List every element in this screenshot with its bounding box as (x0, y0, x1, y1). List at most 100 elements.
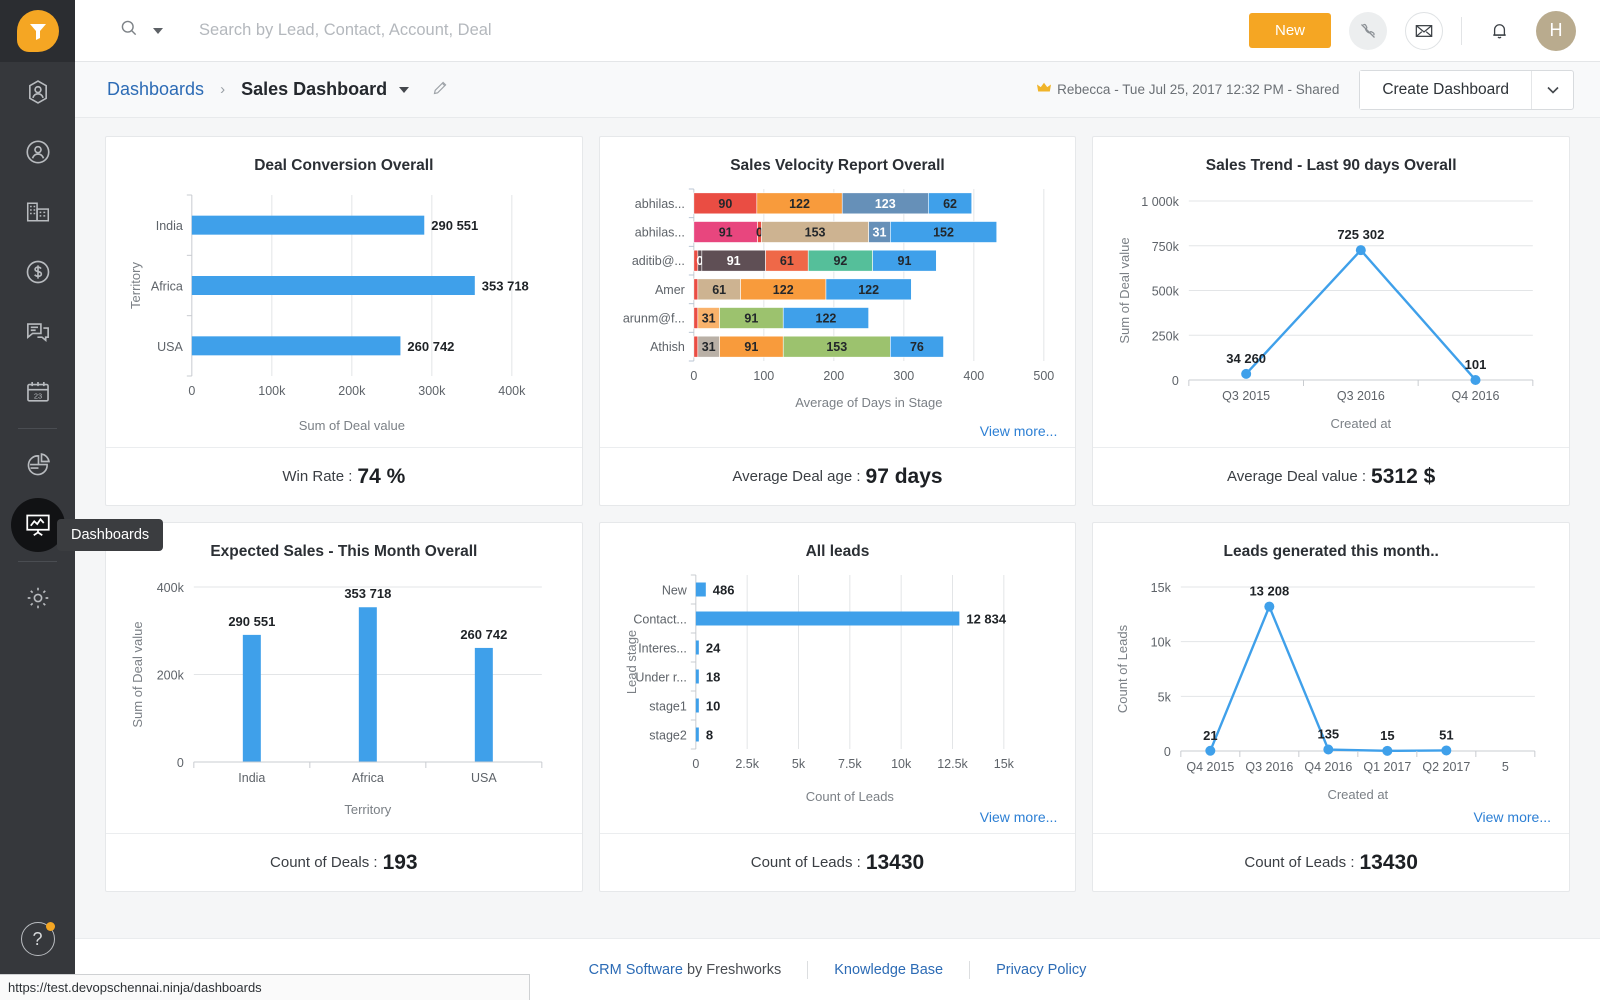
rail-divider-top (18, 428, 57, 429)
svg-text:aditib@...: aditib@... (631, 254, 684, 268)
sidebar-item-accounts[interactable] (0, 182, 75, 242)
search-input[interactable] (199, 21, 759, 40)
svg-text:12 834: 12 834 (966, 612, 1007, 627)
widget-title: Expected Sales - This Month Overall (120, 543, 568, 561)
svg-text:92: 92 (833, 254, 847, 268)
svg-text:200k: 200k (157, 669, 185, 683)
privacy-policy-link[interactable]: Privacy Policy (996, 962, 1086, 978)
kpi-label: Count of Leads : (1244, 854, 1354, 871)
gear-icon (24, 584, 52, 612)
kpi-label: Win Rate : (282, 468, 352, 485)
bell-icon[interactable] (1480, 12, 1518, 50)
sidebar-item-contacts[interactable] (0, 122, 75, 182)
widget-sales-trend: Sales Trend - Last 90 days Overall 0250k… (1092, 136, 1570, 506)
search-icon[interactable] (119, 18, 139, 43)
svg-text:Q4 2016: Q4 2016 (1452, 389, 1500, 403)
sidebar-item-calendar[interactable]: 23 (0, 362, 75, 422)
svg-text:5: 5 (1502, 760, 1509, 774)
widget-kpi-footer: Count of Leads : 13430 (1093, 833, 1569, 891)
svg-text:18: 18 (705, 670, 719, 685)
svg-text:260 742: 260 742 (407, 339, 454, 354)
view-more-link[interactable]: View more... (980, 809, 1058, 825)
app-logo[interactable] (0, 0, 75, 62)
svg-text:122: 122 (858, 283, 879, 297)
svg-text:10: 10 (705, 699, 719, 714)
svg-text:300: 300 (893, 369, 914, 383)
freshsales-funnel-logo-icon (17, 10, 59, 52)
svg-text:122: 122 (772, 283, 793, 297)
sales-velocity-chart: 01002003004005009012212362abhilas...9101… (614, 179, 1062, 419)
svg-text:abhilas...: abhilas... (634, 197, 684, 211)
widget-body: Sales Velocity Report Overall 0100200300… (600, 137, 1076, 447)
create-dashboard-button[interactable]: Create Dashboard (1360, 71, 1531, 109)
svg-text:Africa: Africa (352, 771, 384, 785)
svg-text:Q3 2016: Q3 2016 (1337, 389, 1385, 403)
svg-text:1 000k: 1 000k (1142, 195, 1180, 209)
svg-text:290 551: 290 551 (228, 614, 275, 629)
svg-text:8: 8 (705, 728, 712, 743)
svg-text:500k: 500k (1152, 285, 1180, 299)
global-search[interactable] (75, 18, 1249, 43)
svg-text:0: 0 (690, 369, 697, 383)
svg-text:Contact...: Contact... (633, 613, 687, 627)
view-more-link[interactable]: View more... (980, 423, 1058, 439)
sidebar-item-deals[interactable] (0, 242, 75, 302)
phone-muted-icon[interactable] (1349, 12, 1387, 50)
widget-body: Sales Trend - Last 90 days Overall 0250k… (1093, 137, 1569, 447)
svg-text:Interes...: Interes... (638, 642, 687, 656)
svg-text:101: 101 (1465, 357, 1487, 372)
svg-text:0: 0 (1172, 374, 1179, 388)
svg-text:76: 76 (910, 340, 924, 354)
sidebar-item-reports[interactable] (0, 435, 75, 495)
envelope-icon[interactable] (1405, 12, 1443, 50)
svg-text:Lead stage: Lead stage (623, 630, 638, 694)
kpi-value: 74 % (357, 465, 405, 489)
svg-text:Created at: Created at (1331, 416, 1392, 431)
svg-text:Sum of Deal value: Sum of Deal value (1117, 237, 1132, 343)
svg-text:Count of Leads: Count of Leads (1115, 624, 1130, 713)
svg-text:100k: 100k (258, 384, 286, 398)
knowledge-base-link[interactable]: Knowledge Base (834, 962, 943, 978)
dashboard-meta-text: Rebecca - Tue Jul 25, 2017 12:32 PM - Sh… (1057, 82, 1339, 97)
svg-text:400k: 400k (157, 581, 185, 595)
breadcrumb-dashboards-link[interactable]: Dashboards (107, 79, 204, 100)
view-more-link[interactable]: View more... (1473, 809, 1551, 825)
svg-text:353 718: 353 718 (482, 279, 529, 294)
svg-text:Q4 2016: Q4 2016 (1305, 760, 1353, 774)
svg-text:India: India (238, 771, 265, 785)
kpi-label: Count of Deals : (270, 854, 378, 871)
crm-software-link[interactable]: CRM Software (589, 962, 683, 978)
svg-text:7.5k: 7.5k (838, 757, 862, 771)
svg-text:Count of Leads: Count of Leads (805, 789, 894, 804)
svg-text:New: New (661, 584, 687, 598)
sidebar-item-leads[interactable] (0, 62, 75, 122)
svg-text:91: 91 (897, 254, 911, 268)
footer-divider-2 (969, 961, 970, 979)
search-scope-chevron-down-icon[interactable] (153, 28, 163, 34)
sidebar-item-conversations[interactable] (0, 302, 75, 362)
svg-text:153: 153 (826, 340, 847, 354)
create-dashboard-chevron-down-icon[interactable] (1531, 71, 1573, 109)
avatar[interactable]: H (1536, 11, 1576, 51)
svg-text:725 302: 725 302 (1338, 227, 1385, 242)
top-bar-actions: New H (1249, 11, 1600, 51)
pencil-icon[interactable] (431, 78, 450, 102)
svg-text:Sum of Deal value: Sum of Deal value (130, 621, 145, 727)
deal-conversion-chart: 0100k200k300k400k290 551India353 718Afri… (120, 179, 568, 434)
sidebar-item-settings[interactable] (0, 568, 75, 628)
dashboard-selector-chevron-down-icon[interactable] (399, 87, 409, 93)
svg-text:400k: 400k (498, 384, 526, 398)
svg-text:Territory: Territory (128, 262, 143, 309)
svg-text:arunm@f...: arunm@f... (622, 312, 684, 326)
svg-text:Under r...: Under r... (635, 671, 686, 685)
new-button[interactable]: New (1249, 13, 1331, 48)
svg-text:Territory: Territory (344, 802, 391, 817)
widget-kpi-footer: Win Rate : 74 % (106, 447, 582, 505)
svg-text:123: 123 (875, 197, 896, 211)
widget-kpi-footer: Average Deal age : 97 days (600, 447, 1076, 505)
svg-text:Created at: Created at (1328, 787, 1389, 802)
svg-text:122: 122 (815, 312, 836, 326)
help-button[interactable]: ? (0, 922, 75, 956)
widget-leads-generated: Leads generated this month.. 05k10k15k21… (1092, 522, 1570, 892)
top-bar: New H (75, 0, 1600, 62)
